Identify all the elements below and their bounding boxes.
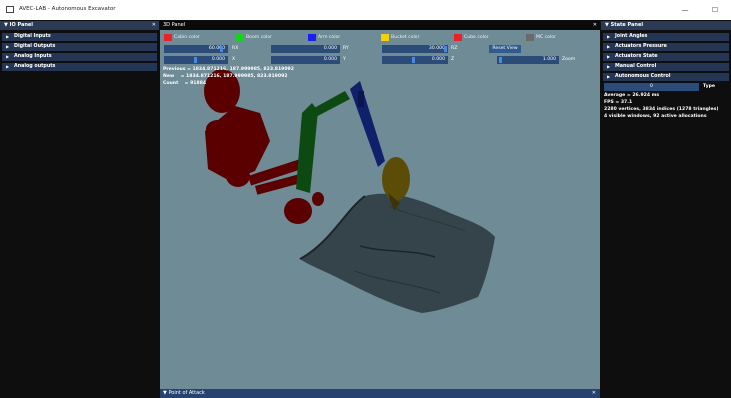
app-icon — [6, 6, 14, 13]
tree-item-label: Analog outputs — [14, 64, 56, 69]
tree-item-analog-inputs[interactable]: ▶ Analog Inputs — [2, 53, 157, 61]
slider-grab[interactable] — [220, 46, 223, 52]
boom-color-label: Boom color — [246, 35, 273, 40]
tree-item-label: Actuators State — [615, 54, 658, 59]
tree-item-label: Autonomous Control — [615, 74, 671, 79]
expand-arrow-icon: ▶ — [6, 34, 10, 39]
tree-item-autonomous-control[interactable]: ▶ Autonomous Control — [603, 73, 729, 81]
maximize-button[interactable]: ☐ — [705, 4, 725, 16]
io-panel-header[interactable]: ▼ IO Panel ✕ — [0, 21, 159, 30]
rx-slider[interactable]: 60.000 — [164, 45, 228, 53]
y-slider[interactable]: 0.000 — [271, 56, 340, 64]
state-panel-title: State Panel — [610, 22, 644, 28]
bucket-color-swatch[interactable] — [381, 34, 389, 41]
state-panel-header[interactable]: ▼ State Panel — [601, 21, 731, 30]
rz-value: 30.000 — [428, 46, 445, 51]
zoom-value: 1.000 — [542, 57, 556, 62]
tree-item-actuators-pressure[interactable]: ▶ Actuators Pressure — [603, 43, 729, 51]
previous-readout: Previous = 1834.871216, 187.999985, 823.… — [163, 67, 294, 72]
point-of-attack-title: Point of Attack — [168, 390, 205, 396]
cabin-color-label: Cabin color — [174, 35, 200, 40]
x-value: 0.000 — [211, 57, 225, 62]
stat-windows: 4 visible windows, 92 active allocations — [604, 114, 707, 119]
x-label: X — [232, 57, 236, 62]
expand-arrow-icon: ▶ — [6, 64, 10, 69]
y-label: Y — [343, 57, 346, 62]
expand-arrow-icon: ▶ — [607, 34, 611, 39]
terrain-surface — [299, 193, 495, 313]
arm-color-swatch[interactable] — [308, 34, 316, 41]
y-value: 0.000 — [323, 57, 337, 62]
rz-slider[interactable]: 30.000 — [382, 45, 448, 53]
expand-arrow-icon: ▶ — [607, 64, 611, 69]
stat-fps: FPS = 37.1 — [604, 100, 633, 105]
tree-item-analog-outputs[interactable]: ▶ Analog outputs — [2, 63, 157, 71]
ry-label: RY — [343, 46, 349, 51]
window-titlebar: AVEC-LAB - Autonomous Excavator — ☐ — [0, 0, 731, 20]
slider-grab[interactable] — [499, 57, 502, 63]
z-value: 0.000 — [431, 57, 445, 62]
mc-color-swatch[interactable] — [526, 34, 534, 41]
zoom-slider[interactable]: 1.000 — [497, 56, 559, 64]
expand-arrow-icon: ▶ — [607, 44, 611, 49]
arm-color-label: Arm color — [318, 35, 341, 40]
cube-color-label: Cube color — [464, 35, 489, 40]
cube-color-swatch[interactable] — [454, 34, 462, 41]
new-readout: New = 1834.871216, 187.999985, 823.81909… — [163, 74, 288, 79]
window-title: AVEC-LAB - Autonomous Excavator — [19, 6, 116, 12]
z-slider[interactable]: 0.000 — [382, 56, 448, 64]
stat-average: Average = 26.924 ms — [604, 93, 660, 98]
tree-item-manual-control[interactable]: ▶ Manual Control — [603, 63, 729, 71]
expand-arrow-icon: ▶ — [6, 44, 10, 49]
rx-label: RX — [232, 46, 239, 51]
tree-item-actuators-state[interactable]: ▶ Actuators State — [603, 53, 729, 61]
zoom-label: Zoom — [562, 57, 576, 62]
tree-item-joint-angles[interactable]: ▶ Joint Angles — [603, 33, 729, 41]
io-panel: ▼ IO Panel ✕ ▶ Digital Inputs ▶ Digital Ou… — [0, 21, 159, 398]
slider-grab[interactable] — [444, 46, 447, 52]
excavator-boom — [296, 91, 350, 193]
ry-value: 0.000 — [323, 46, 337, 51]
point-of-attack-close-icon[interactable]: ✕ — [592, 389, 596, 398]
rz-label: RZ — [451, 46, 458, 51]
stat-vertices: 2280 vertices, 3834 indices (1278 triang… — [604, 107, 719, 112]
type-input[interactable]: 0 — [604, 83, 699, 91]
z-label: Z — [451, 57, 455, 62]
mc-color-label: MC color — [536, 35, 556, 40]
tree-item-label: Manual Control — [615, 64, 657, 69]
x-slider[interactable]: 0.000 — [164, 56, 228, 64]
tree-item-label: Digital Inputs — [14, 34, 51, 39]
type-value: 0 — [650, 84, 653, 89]
count-readout: Count = 91884 — [163, 81, 207, 86]
boom-color-swatch[interactable] — [236, 34, 244, 41]
io-panel-title: IO Panel — [9, 22, 34, 28]
tree-item-label: Actuators Pressure — [615, 44, 667, 49]
minimize-button[interactable]: — — [675, 4, 695, 16]
cabin-color-swatch[interactable] — [164, 34, 172, 41]
excavator-arm — [350, 81, 385, 167]
reset-view-button[interactable]: Reset View — [489, 45, 521, 53]
slider-grab[interactable] — [412, 57, 415, 63]
tree-item-digital-inputs[interactable]: ▶ Digital Inputs — [2, 33, 157, 41]
io-panel-close-icon[interactable]: ✕ — [152, 21, 156, 30]
point-of-attack-header[interactable]: ▼ Point of Attack ✕ — [160, 389, 600, 398]
type-label: Type — [703, 84, 715, 89]
tree-item-label: Digital Outputs — [14, 44, 56, 49]
tree-item-digital-outputs[interactable]: ▶ Digital Outputs — [2, 43, 157, 51]
expand-arrow-icon: ▶ — [6, 54, 10, 59]
expand-arrow-icon: ▶ — [607, 54, 611, 59]
ry-slider[interactable]: 0.000 — [271, 45, 340, 53]
bucket-color-label: Bucket color — [391, 35, 420, 40]
expand-arrow-icon: ▶ — [607, 74, 611, 79]
tree-item-label: Analog Inputs — [14, 54, 52, 59]
slider-grab[interactable] — [194, 57, 197, 63]
tree-item-label: Joint Angles — [615, 34, 648, 39]
state-panel: ▼ State Panel ▶ Joint Angles ▶ Actuators P… — [601, 21, 731, 398]
